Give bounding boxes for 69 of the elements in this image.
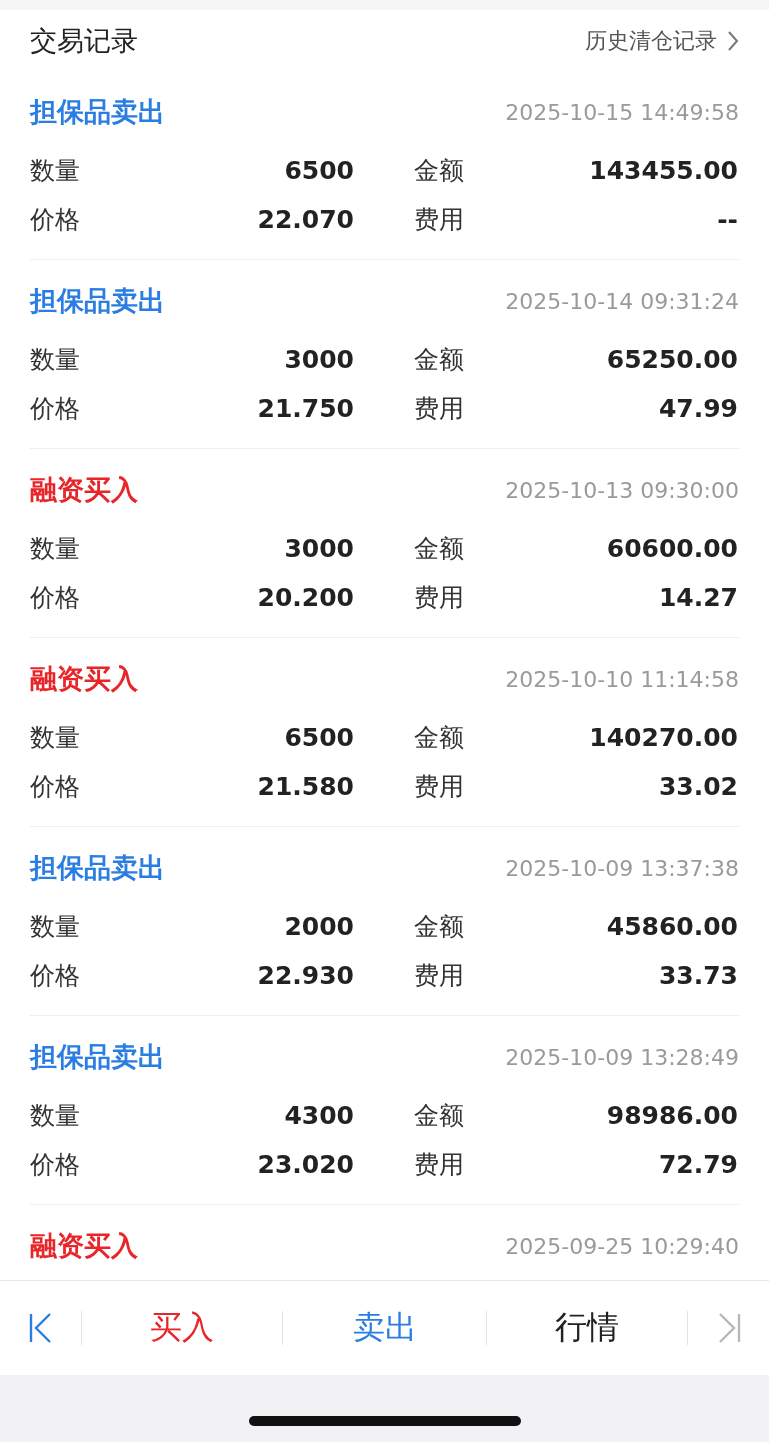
nav-button[interactable]: 卖出 [342,1302,427,1354]
chevron-right-icon [727,29,739,52]
trade-time: 2025-10-10 11:14:58 [505,666,739,692]
field-value: 47.99 [658,394,738,423]
field-value: 22.930 [257,961,354,990]
field-value: -- [717,205,738,234]
trade-type: 担保品卖出 [30,1040,165,1074]
field-label: 金额 [414,911,464,943]
field-value: 60600.00 [606,534,738,563]
page-title: 交易记录 [30,23,138,58]
trade-type: 担保品卖出 [30,284,165,318]
field-label: 数量 [30,533,80,565]
field-value: 33.73 [658,961,738,990]
field-value: 140270.00 [589,723,738,752]
field-label: 价格 [30,582,80,614]
field-label: 金额 [414,344,464,376]
field-value: 23.020 [257,1150,354,1179]
field-label: 价格 [30,960,80,992]
nav-button[interactable]: 行情 [545,1302,629,1354]
field-label: 数量 [30,1100,80,1132]
field-label: 金额 [414,722,464,754]
field-label: 金额 [414,533,464,565]
trade-time: 2025-10-09 13:37:38 [505,855,739,881]
field-value: 98986.00 [606,1101,738,1130]
trade-type: 融资买入 [30,473,138,507]
field-label: 价格 [30,1149,80,1181]
trade-type: 担保品卖出 [30,851,165,885]
field-label: 金额 [414,1100,464,1132]
field-label: 数量 [30,722,80,754]
field-value: 20.200 [257,583,354,612]
field-value: 6500 [284,156,354,185]
field-value: 3000 [284,345,354,374]
trade-type: 融资买入 [30,1229,138,1263]
field-value: 6500 [284,723,354,752]
field-label: 费用 [414,393,464,425]
field-value: 65250.00 [606,345,738,374]
field-value: 4300 [284,1101,354,1130]
history-link[interactable]: 历史清仓记录 [585,25,739,56]
field-label: 价格 [30,393,80,425]
trade-time: 2025-10-09 13:28:49 [505,1044,739,1070]
field-label: 价格 [30,204,80,236]
trade-type: 担保品卖出 [30,95,165,129]
field-label: 费用 [414,1149,464,1181]
trade-time: 2025-10-13 09:30:00 [505,477,739,503]
trade-time: 2025-10-14 09:31:24 [505,288,739,314]
field-value: 33.02 [658,772,738,801]
field-value: 143455.00 [589,156,738,185]
skip-first-icon [27,1312,54,1344]
field-label: 数量 [30,911,80,943]
trade-time: 2025-09-25 10:29:40 [505,1233,739,1259]
field-label: 费用 [414,960,464,992]
nav-button[interactable]: 买入 [140,1302,224,1354]
field-value: 2000 [284,912,354,941]
field-label: 费用 [414,771,464,803]
field-value: 21.580 [257,772,354,801]
trade-time: 2025-10-15 14:49:58 [505,99,739,125]
field-value: 45860.00 [606,912,738,941]
field-value: 3000 [284,534,354,563]
trade-type: 融资买入 [30,662,138,696]
field-label: 数量 [30,155,80,187]
field-label: 费用 [414,582,464,614]
field-label: 金额 [414,155,464,187]
field-value: 22.070 [257,205,354,234]
field-value: 21.750 [257,394,354,423]
field-label: 数量 [30,344,80,376]
field-label: 费用 [414,204,464,236]
field-label: 价格 [30,771,80,803]
field-value: 14.27 [658,583,738,612]
field-value: 72.79 [658,1150,738,1179]
